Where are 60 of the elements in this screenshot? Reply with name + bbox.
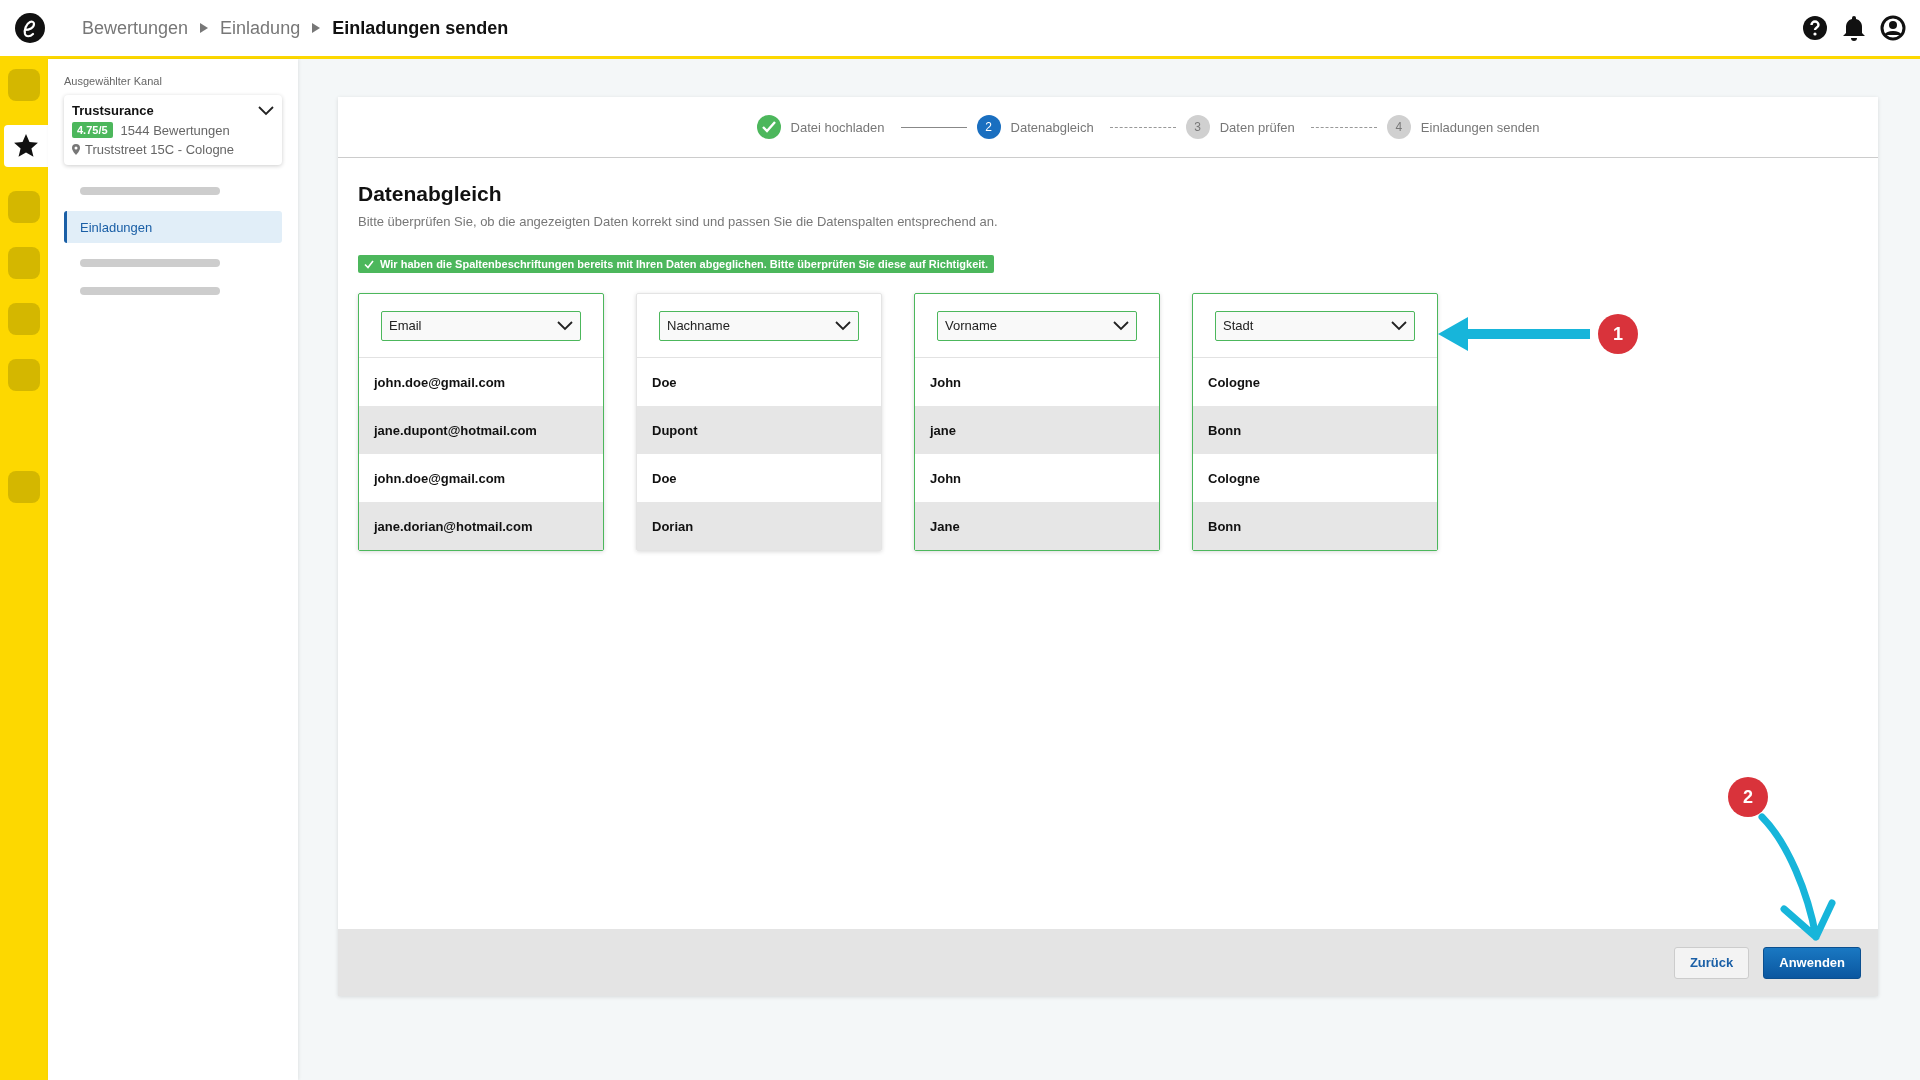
step-indicator: 2 <box>976 115 1001 139</box>
channel-name: Trustsurance <box>72 103 154 118</box>
step-label: Datei hochladen <box>790 119 885 135</box>
breadcrumb-link[interactable]: Einladung <box>220 17 301 39</box>
step-badge: 2 <box>1728 777 1768 817</box>
rail-item[interactable] <box>4 125 48 167</box>
section-caption: Ausgewählter Kanal <box>64 75 163 87</box>
table-cell: Dorian <box>637 502 881 550</box>
review-count: 1544 Bewertungen <box>120 122 230 138</box>
table-cell: Dupont <box>637 406 881 454</box>
table-cell: Cologne <box>1193 454 1437 502</box>
table-cell: Jane <box>915 502 1159 550</box>
apply-button[interactable]: Anwenden <box>1763 946 1861 979</box>
bell-icon[interactable] <box>1842 15 1866 41</box>
table-cell: jane.dupont@hotmail.com <box>359 406 603 454</box>
nav-item[interactable]: Einladungen <box>64 211 282 243</box>
channel-selector[interactable]: Trustsurance 4.75/5 1544 Bewertungen Truststreet 15C - Cologne <box>64 95 282 165</box>
step-label: Einladungen senden <box>1420 119 1540 135</box>
notice-text: Wir haben die Spaltenbeschriftungen bereits mit Ihren Daten abgeglichen. Bitte überprüfen Sie diese auf Richtigkeit. <box>380 258 989 270</box>
table-cell: John <box>915 454 1159 502</box>
column-select[interactable]: Vorname <box>937 310 1137 341</box>
chevron-down-icon <box>1113 320 1129 331</box>
caret-right-icon <box>312 23 321 33</box>
table-cell: john.doe@gmail.com <box>359 454 603 502</box>
logo-icon[interactable] <box>14 12 46 44</box>
table-cell: John <box>915 358 1159 406</box>
check-icon <box>761 121 776 133</box>
channel-address: Truststreet 15C - Cologne <box>85 142 235 157</box>
table-cell: jane <box>915 406 1159 454</box>
user-icon[interactable] <box>1880 15 1906 41</box>
table-cell: john.doe@gmail.com <box>359 358 603 406</box>
chevron-down-icon <box>835 320 851 331</box>
breadcrumb-link[interactable]: Einladungen senden <box>332 17 509 39</box>
table-cell: jane.dorian@hotmail.com <box>359 502 603 550</box>
table-cell: Cologne <box>1193 358 1437 406</box>
breadcrumb-link[interactable]: Bewertungen <box>82 17 189 39</box>
table-cell: Bonn <box>1193 406 1437 454</box>
table-cell: Bonn <box>1193 502 1437 550</box>
star-icon <box>13 133 39 159</box>
back-button[interactable]: Zurück <box>1673 946 1750 979</box>
chevron-down-icon <box>258 105 274 116</box>
step-indicator: 4 <box>1386 115 1411 139</box>
step-badge: 1 <box>1598 314 1638 354</box>
check-icon <box>364 259 374 269</box>
chevron-down-icon <box>1391 320 1407 331</box>
table-cell: Doe <box>637 358 881 406</box>
help-icon[interactable] <box>1802 15 1828 41</box>
caret-right-icon <box>200 23 209 33</box>
step-label: Daten prüfen <box>1219 119 1295 135</box>
column-select[interactable]: Stadt <box>1215 310 1415 341</box>
step-label: Datenabgleich <box>1010 119 1094 135</box>
page-title: Datenabgleich <box>358 182 503 206</box>
rating-badge: 4.75/5 <box>72 122 113 138</box>
column-select[interactable]: Nachname <box>659 310 859 341</box>
column-select[interactable]: Email <box>381 310 581 341</box>
table-cell: Doe <box>637 454 881 502</box>
page-description: Bitte überprüfen Sie, ob die angezeigten Daten korrekt sind und passen Sie die Datenspalten entsprechend an. <box>358 214 999 229</box>
location-pin-icon <box>72 144 80 155</box>
step-indicator: 3 <box>1185 115 1210 139</box>
chevron-down-icon <box>557 320 573 331</box>
